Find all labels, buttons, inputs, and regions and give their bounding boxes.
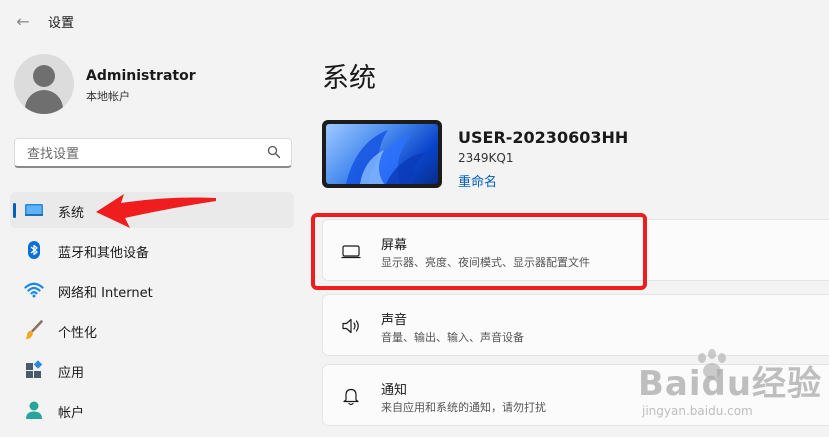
account-name: Administrator	[86, 68, 196, 84]
sidebar-item-label: 个性化	[58, 326, 98, 341]
annotation-highlight-box	[311, 213, 647, 290]
account-icon	[26, 401, 42, 419]
sidebar-item-label: 蓝牙和其他设备	[58, 246, 150, 261]
watermark: Baidu经验 jingyan.baidu.com	[632, 348, 829, 437]
card-subtitle: 来自应用和系统的通知，请勿打扰	[381, 401, 546, 414]
search-icon[interactable]	[267, 145, 281, 159]
card-title: 声音	[381, 313, 408, 328]
avatar-head	[33, 65, 55, 87]
sidebar-item-network[interactable]: 网络和 Internet	[10, 272, 294, 308]
page-title: 系统	[322, 63, 376, 94]
speaker-icon	[342, 318, 359, 334]
card-title: 通知	[381, 383, 408, 398]
sidebar-item-bluetooth[interactable]: 蓝牙和其他设备	[10, 232, 294, 268]
card-subtitle: 音量、输出、输入、声音设备	[381, 331, 524, 344]
search-input[interactable]	[25, 143, 259, 165]
wallpaper-preview	[326, 124, 438, 184]
search-box[interactable]	[14, 138, 292, 168]
app-title: 设置	[48, 16, 75, 31]
bluetooth-icon	[28, 241, 40, 259]
sidebar-item-accounts[interactable]: 帐户	[10, 392, 294, 428]
wifi-icon	[24, 282, 44, 298]
avatar[interactable]	[14, 54, 74, 114]
system-display-icon	[25, 204, 43, 216]
apps-icon	[26, 360, 43, 378]
title-bar: ← 设置	[0, 0, 829, 44]
device-thumbnail	[322, 120, 442, 188]
annotation-arrow	[96, 194, 216, 228]
watermark-url: jingyan.baidu.com	[642, 404, 753, 418]
bell-icon	[343, 388, 359, 406]
settings-card-sound[interactable]: 声音 音量、输出、输入、声音设备	[322, 294, 829, 356]
arrow-left-icon: ←	[16, 11, 30, 31]
sidebar-item-label: 网络和 Internet	[58, 286, 153, 301]
account-type: 本地帐户	[86, 90, 130, 103]
sidebar-item-label: 帐户	[58, 406, 85, 421]
device-name: USER-20230603HH	[458, 128, 629, 147]
device-model: 2349KQ1	[458, 151, 514, 165]
back-button[interactable]: ←	[12, 10, 34, 32]
wallpaper-bloom-graphic	[346, 130, 426, 184]
sidebar-item-label: 系统	[58, 206, 85, 221]
avatar-shoulders	[25, 90, 63, 114]
sidebar-item-personalization[interactable]: 个性化	[10, 312, 294, 348]
brush-icon	[25, 320, 43, 340]
watermark-text: Baidu经验	[638, 364, 823, 404]
active-indicator	[13, 203, 16, 218]
sidebar-item-label: 应用	[58, 366, 85, 381]
sidebar-item-apps[interactable]: 应用	[10, 352, 294, 388]
rename-link[interactable]: 重命名	[458, 171, 497, 190]
